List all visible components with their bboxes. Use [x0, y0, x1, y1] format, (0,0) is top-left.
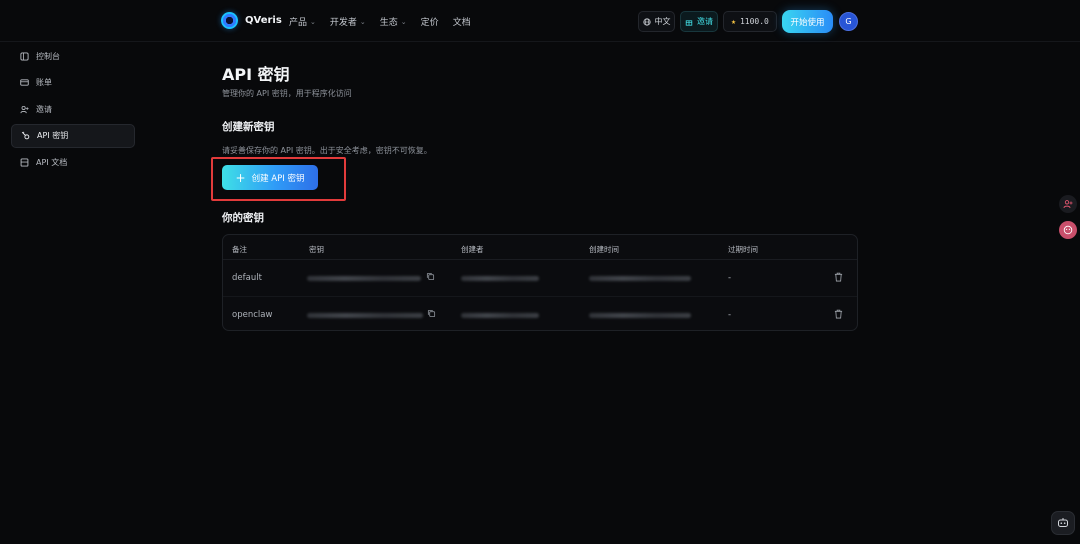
- sidebar-item-api-docs[interactable]: API 文档: [11, 150, 135, 174]
- user-add-icon: [1063, 200, 1073, 209]
- gift-icon: [685, 19, 693, 26]
- create-button-label: 创建 API 密钥: [251, 173, 305, 184]
- trash-icon[interactable]: [834, 309, 843, 319]
- credits-value: 1100.0: [739, 17, 769, 26]
- your-keys-title: 你的密钥: [222, 212, 264, 224]
- key-note: openclaw: [232, 310, 273, 320]
- assistant-icon: [1063, 225, 1073, 235]
- sidebar: 控制台 账单 邀请 API 密钥 API 文档: [11, 44, 135, 177]
- nav-label: 生态: [379, 18, 398, 28]
- create-api-key-button[interactable]: + 创建 API 密钥: [222, 165, 318, 190]
- column-header-key: 密钥: [309, 245, 324, 254]
- chevron-down-icon: ⌄: [310, 17, 316, 26]
- masked-key: [307, 276, 421, 281]
- table-row: default -: [223, 260, 857, 296]
- key-expiry: -: [728, 273, 732, 283]
- create-key-description: 请妥善保存你的 API 密钥。出于安全考虑，密钥不可恢复。: [222, 146, 432, 155]
- qveris-logo-icon: [221, 12, 238, 29]
- nav-item-pricing[interactable]: 定价: [421, 15, 439, 28]
- page-subtitle: 管理你的 API 密钥，用于程序化访问: [222, 89, 352, 98]
- start-button[interactable]: 开始使用: [782, 10, 833, 33]
- sidebar-item-label: 账单: [36, 78, 52, 88]
- table-header: 备注 密钥 创建者 创建时间 过期时间: [223, 235, 857, 260]
- sidebar-item-dashboard[interactable]: 控制台: [11, 44, 135, 68]
- create-key-title: 创建新密钥: [222, 121, 275, 133]
- masked-created-time: [589, 276, 691, 281]
- nav-item-docs[interactable]: 文档: [453, 15, 471, 28]
- sidebar-item-label: API 文档: [36, 157, 68, 167]
- user-avatar[interactable]: G: [839, 12, 858, 31]
- credits-balance[interactable]: ★ 1100.0: [723, 11, 777, 32]
- card-icon: [20, 78, 29, 87]
- trash-icon[interactable]: [834, 272, 843, 282]
- brand-logo[interactable]: QVeris: [221, 12, 282, 29]
- main-nav: 产品 ⌄ 开发者 ⌄ 生态 ⌄ 定价 文档: [289, 15, 471, 29]
- chevron-down-icon: ⌄: [400, 17, 407, 26]
- plus-icon: +: [235, 170, 246, 185]
- sidebar-item-invite[interactable]: 邀请: [11, 97, 135, 121]
- invite-label: 邀请: [697, 17, 713, 26]
- page-title: API 密钥: [222, 65, 290, 84]
- key-expiry: -: [728, 310, 732, 320]
- language-label: 中文: [654, 17, 671, 26]
- column-header-created-at: 创建时间: [589, 245, 619, 254]
- sidebar-item-api-keys[interactable]: API 密钥: [11, 123, 135, 148]
- chat-support-button[interactable]: [1051, 511, 1075, 535]
- key-note: default: [232, 273, 262, 283]
- robot-chat-icon: [1058, 518, 1068, 527]
- chevron-down-icon: ⌄: [359, 17, 366, 26]
- nav-item-ecosystem[interactable]: 生态 ⌄: [379, 15, 407, 29]
- table-row: openclaw -: [223, 296, 857, 330]
- nav-label: 开发者: [329, 18, 357, 28]
- nav-label: 定价: [420, 18, 439, 28]
- brand-name: QVeris: [245, 15, 282, 26]
- column-header-creator: 创建者: [461, 245, 484, 254]
- column-header-expiry: 过期时间: [728, 245, 758, 254]
- invite-button[interactable]: 邀请: [680, 11, 718, 32]
- dashboard-icon: [20, 51, 29, 61]
- user-plus-icon: [20, 105, 29, 114]
- doc-icon: [20, 158, 29, 167]
- language-switcher[interactable]: 中文: [638, 11, 675, 32]
- globe-icon: [642, 17, 651, 26]
- floating-assistant-button[interactable]: [1059, 221, 1077, 239]
- sidebar-item-label: 控制台: [36, 51, 60, 61]
- masked-creator: [461, 313, 539, 318]
- sidebar-item-billing[interactable]: 账单: [11, 71, 135, 95]
- sidebar-item-label: 邀请: [36, 104, 52, 114]
- nav-label: 产品: [289, 18, 308, 28]
- nav-item-products[interactable]: 产品 ⌄: [289, 15, 316, 29]
- copy-icon[interactable]: [427, 309, 436, 318]
- column-header-note: 备注: [232, 245, 247, 254]
- key-icon: [21, 131, 30, 140]
- nav-label: 文档: [452, 18, 471, 28]
- copy-icon[interactable]: [426, 272, 435, 281]
- masked-key: [307, 313, 423, 318]
- api-keys-table: 备注 密钥 创建者 创建时间 过期时间 default - openclaw -: [222, 234, 858, 331]
- sidebar-item-label: API 密钥: [37, 131, 69, 141]
- top-navbar: QVeris 产品 ⌄ 开发者 ⌄ 生态 ⌄ 定价 文档 中文 邀请 ★ 110…: [0, 0, 1080, 42]
- star-icon: ★: [731, 17, 736, 26]
- masked-created-time: [589, 313, 691, 318]
- floating-user-add-button[interactable]: [1059, 195, 1077, 213]
- nav-item-developers[interactable]: 开发者 ⌄: [329, 15, 366, 29]
- masked-creator: [461, 276, 539, 281]
